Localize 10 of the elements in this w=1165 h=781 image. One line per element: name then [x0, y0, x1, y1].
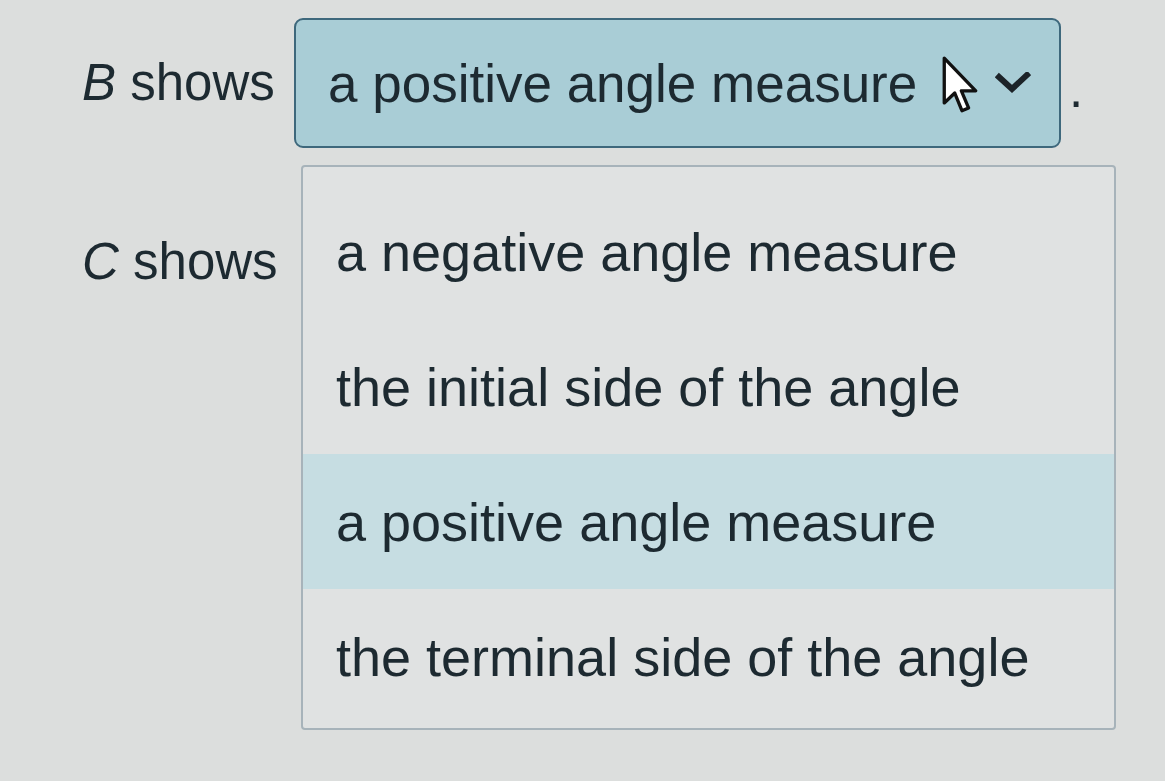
chevron-down-icon: [995, 72, 1031, 94]
dropdown-option[interactable]: a negative angle measure: [303, 184, 1114, 319]
dropdown-option[interactable]: a positive angle measure: [303, 454, 1114, 589]
dropdown-option[interactable]: the initial side of the angle: [303, 319, 1114, 454]
prompt-label: C shows: [82, 232, 279, 292]
mouse-pointer-icon: [942, 56, 978, 114]
prompt-label: B shows: [82, 53, 276, 113]
answer-dropdown[interactable]: a positive angle measure: [294, 18, 1061, 148]
dropdown-option[interactable]: the terminal side of the angle: [303, 589, 1114, 724]
period-text: .: [1069, 60, 1084, 120]
